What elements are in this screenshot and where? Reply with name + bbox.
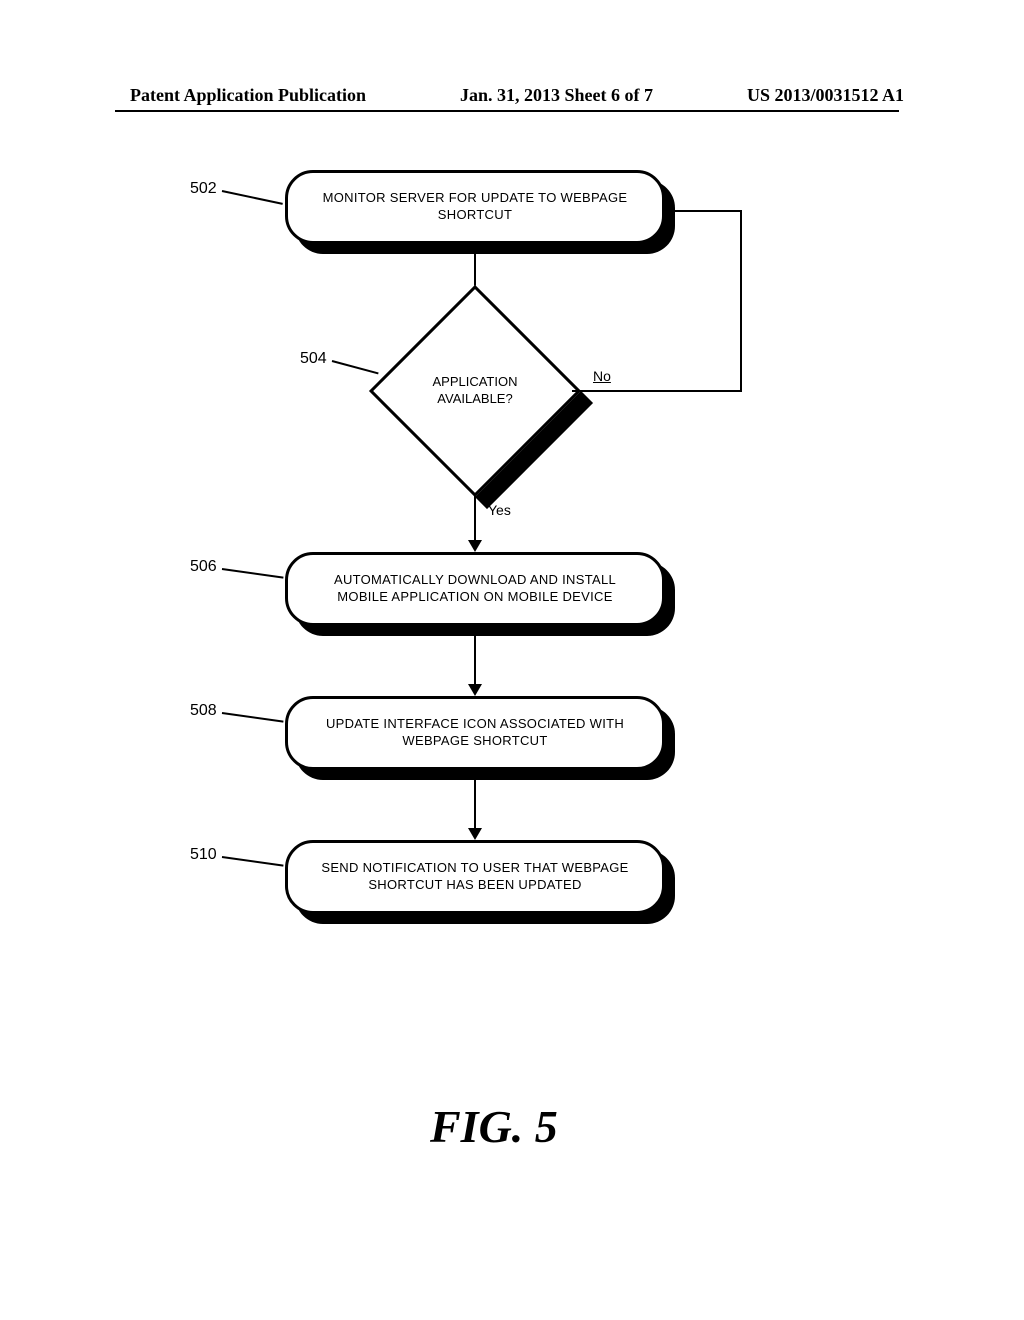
step-502-text: MONITOR SERVER FOR UPDATE TO WEBPAGE SHO… bbox=[310, 190, 640, 224]
header-rule bbox=[115, 110, 899, 112]
step-510-text: SEND NOTIFICATION TO USER THAT WEBPAGE S… bbox=[310, 860, 640, 894]
ref-line-502 bbox=[222, 190, 283, 205]
arrow-head-506-508 bbox=[468, 684, 482, 696]
arrow-506-508 bbox=[474, 636, 476, 686]
ref-508: 508 bbox=[190, 702, 217, 720]
step-510: SEND NOTIFICATION TO USER THAT WEBPAGE S… bbox=[285, 840, 665, 914]
arrow-head-504-506 bbox=[468, 540, 482, 552]
ref-504: 504 bbox=[300, 350, 327, 368]
no-line-h2 bbox=[672, 210, 742, 212]
ref-line-508 bbox=[222, 712, 284, 723]
header-center: Jan. 31, 2013 Sheet 6 of 7 bbox=[460, 85, 653, 106]
ref-line-506 bbox=[222, 568, 284, 579]
arrow-head-no bbox=[662, 204, 674, 218]
ref-506: 506 bbox=[190, 558, 217, 576]
decision-504: APPLICATION AVAILABLE? bbox=[400, 316, 570, 486]
no-line-h1 bbox=[572, 390, 742, 392]
branch-yes-label: Yes bbox=[488, 502, 511, 518]
arrow-504-506 bbox=[474, 496, 476, 542]
figure-caption: FIG. 5 bbox=[430, 1100, 558, 1153]
header-left: Patent Application Publication bbox=[130, 85, 366, 106]
ref-502: 502 bbox=[190, 180, 217, 198]
arrow-508-510 bbox=[474, 780, 476, 830]
arrow-head-508-510 bbox=[468, 828, 482, 840]
step-508: UPDATE INTERFACE ICON ASSOCIATED WITH WE… bbox=[285, 696, 665, 770]
step-506: AUTOMATICALLY DOWNLOAD AND INSTALL MOBIL… bbox=[285, 552, 665, 626]
step-508-text: UPDATE INTERFACE ICON ASSOCIATED WITH WE… bbox=[310, 716, 640, 750]
step-506-text: AUTOMATICALLY DOWNLOAD AND INSTALL MOBIL… bbox=[310, 572, 640, 606]
ref-line-510 bbox=[222, 856, 284, 867]
ref-line-504 bbox=[332, 360, 379, 374]
header-right: US 2013/0031512 A1 bbox=[747, 85, 904, 106]
ref-510: 510 bbox=[190, 846, 217, 864]
step-502: MONITOR SERVER FOR UPDATE TO WEBPAGE SHO… bbox=[285, 170, 665, 244]
decision-504-text: APPLICATION AVAILABLE? bbox=[400, 374, 550, 408]
branch-no-label: No bbox=[593, 368, 611, 384]
no-line-v bbox=[740, 210, 742, 392]
page-header: Patent Application Publication Jan. 31, … bbox=[0, 85, 1024, 106]
